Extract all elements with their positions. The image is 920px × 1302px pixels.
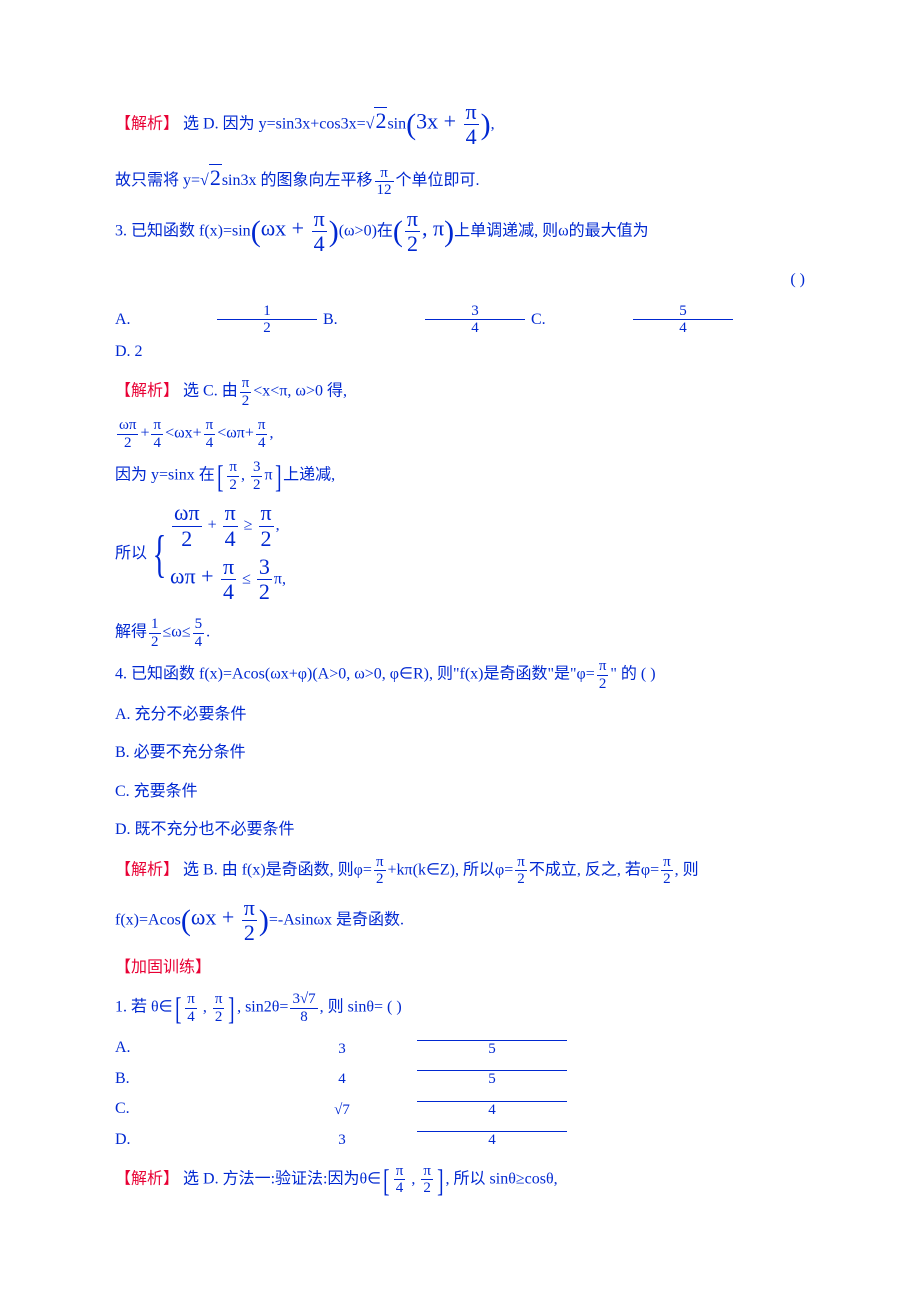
extra-optC: C.√74: [115, 1094, 569, 1124]
q4-optD: D. 既不充分也不必要条件: [115, 815, 805, 845]
q3-stem: 3. 已知函数 f(x)=sin(ωx + π4)(ω>0)在(π2, π)上单…: [115, 207, 805, 256]
sqrt2: 2: [374, 107, 387, 133]
p2-inner: 3x +: [416, 108, 461, 133]
analysis-tag: 【解析】: [115, 1171, 179, 1188]
q3-brace-block: 所以{ ωπ2 + π4 ≥ π2, ωπ + π4 ≤ 32π,: [115, 501, 805, 608]
q4-ans-line2: f(x)=Acos(ωx + π2)=-Asinωx 是奇函数.: [115, 896, 805, 945]
q3-options: A.12 B.34 C.54 D. 2: [115, 303, 805, 367]
extra-ans-line: 【解析】 选 D. 方法一:验证法:因为θ∈[π4 , π2], 所以 sinθ…: [115, 1163, 805, 1197]
p2-text1b: sin: [387, 115, 406, 132]
q3-ineq-line: ωπ2+π4<ωx+π4<ωπ+π4,: [115, 417, 805, 451]
q3-brace-row2: ωπ + π4 ≤ 32π,: [170, 555, 286, 604]
extra-optD: D.34: [115, 1125, 569, 1155]
brace-icon: {: [153, 529, 167, 581]
q4-optA: A. 充分不必要条件: [115, 700, 805, 730]
q4-optC: C. 充要条件: [115, 777, 805, 807]
p2-text2a: 故只需将 y=: [115, 172, 200, 189]
q3-optA: A.12: [115, 303, 319, 337]
lparen: (: [406, 114, 416, 135]
analysis-tag: 【解析】: [115, 383, 179, 400]
q3-texta: 3. 已知函数 f(x)=sin: [115, 223, 251, 240]
q4-stem: 4. 已知函数 f(x)=Acos(ωx+φ)(A>0, ω>0, φ∈R), …: [115, 658, 805, 692]
p2-analysis-line2: 故只需将 y=√2sin3x 的图象向左平移π12个单位即可.: [115, 157, 805, 199]
sqrt2b: 2: [209, 164, 222, 190]
q3-dec-line: 因为 y=sinx 在[π2, 32π]上递减,: [115, 459, 805, 493]
q4-ans-line1: 【解析】 选 B. 由 f(x)是奇函数, 则φ=π2+kπ(k∈Z), 所以φ…: [115, 854, 805, 888]
extra-title: 【加固训练】: [115, 953, 805, 983]
p2-text1a: 选 D. 因为 y=sin3x+cos3x=: [183, 115, 366, 132]
extra-optB: B.45: [115, 1064, 569, 1094]
analysis-tag: 【解析】: [115, 115, 179, 132]
q3-solve: 解得12≤ω≤54.: [115, 616, 805, 650]
q3-textb: (ω>0)在: [339, 223, 393, 240]
q3-optC: C.54: [531, 303, 735, 337]
p2-text2b: sin3x 的图象向左平移: [222, 172, 373, 189]
analysis-tag: 【解析】: [115, 861, 179, 878]
q3-ans-line1: 【解析】 选 C. 由π2<x<π, ω>0 得,: [115, 375, 805, 409]
p2-text2c: 个单位即可.: [396, 172, 480, 189]
q3-paren: ( ): [115, 265, 805, 295]
extra-optA: A.35: [115, 1033, 569, 1063]
extra-q1-options: A.35 B.45 C.√74 D.34: [115, 1033, 805, 1155]
q3-brace-row1: ωπ2 + π4 ≥ π2,: [170, 501, 286, 550]
p2-analysis-line1: 【解析】 选 D. 因为 y=sin3x+cos3x=√2sin(3x + π4…: [115, 100, 805, 149]
q3-textd: 上单调递减, 则ω的最大值为: [454, 223, 649, 240]
extra-q1-stem: 1. 若 θ∈[π4 , π2], sin2θ=3√78, 则 sinθ= ( …: [115, 991, 805, 1025]
q3-optB: B.34: [323, 303, 527, 337]
q4-optB: B. 必要不充分条件: [115, 738, 805, 768]
q3-optD: D. 2: [115, 337, 215, 367]
rparen: ): [481, 114, 491, 135]
